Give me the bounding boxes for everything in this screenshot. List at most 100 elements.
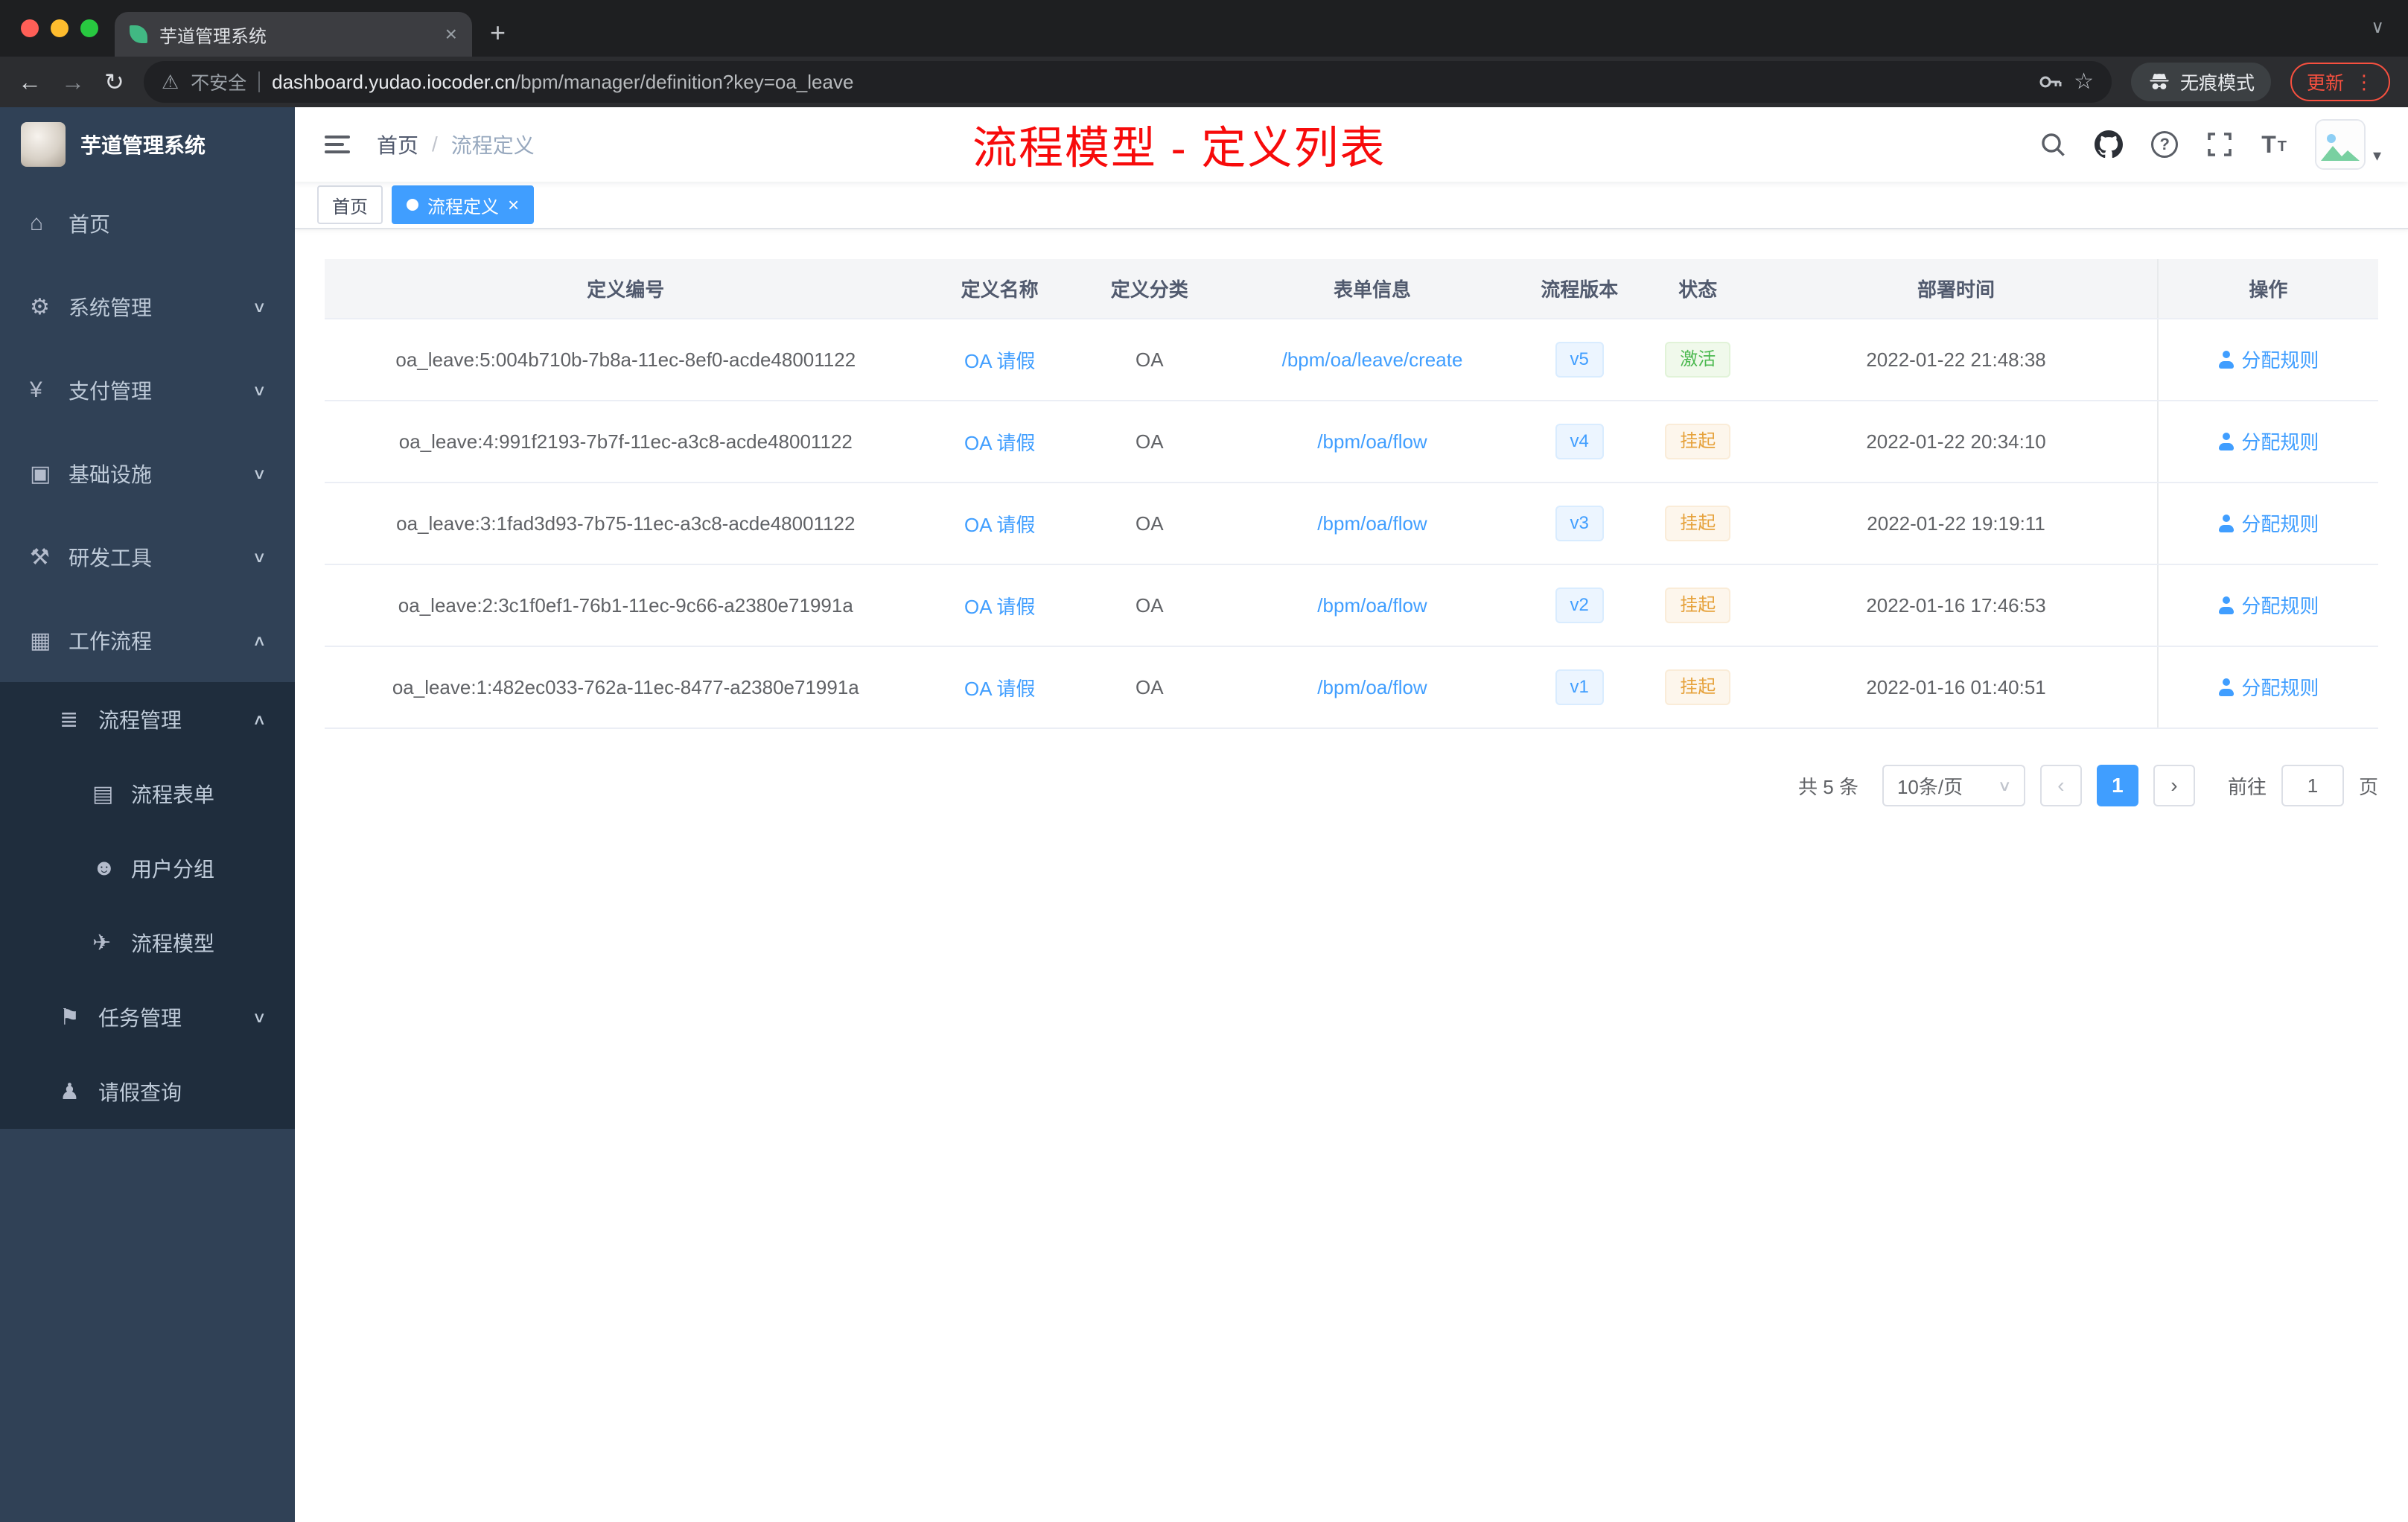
tag-home[interactable]: 首页 <box>317 185 383 224</box>
assign-rule-label: 分配规则 <box>2241 431 2319 454</box>
breadcrumb-home[interactable]: 首页 <box>377 130 418 159</box>
assign-rule-link[interactable]: 分配规则 <box>2217 346 2319 373</box>
pagination: 共 5 条 10条/页 ∨ ‹ 1 › 前往 页 <box>325 765 2378 806</box>
form-info-link[interactable]: /bpm/oa/flow <box>1317 512 1427 535</box>
sidebar-item-task-management[interactable]: ⚑ 任务管理 ∨ <box>0 980 295 1054</box>
help-icon[interactable]: ? <box>2151 131 2179 158</box>
cell-deploy-time: 2022-01-16 01:40:51 <box>1755 646 2158 729</box>
browser-titlebar: 芋道管理系统 × + ∨ <box>0 0 2408 57</box>
cell-deploy-time: 2022-01-22 19:19:11 <box>1755 483 2158 565</box>
annotation-title: 流程模型 - 定义列表 <box>972 123 1386 173</box>
assign-rule-link[interactable]: 分配规则 <box>2217 591 2319 619</box>
column-header-actions: 操作 <box>2156 259 2378 319</box>
sidebar-item-infrastructure[interactable]: ▣ 基础设施 ∨ <box>0 432 295 515</box>
cell-actions: 分配规则 <box>2156 483 2378 565</box>
cell-status: 挂起 <box>1640 483 1756 565</box>
next-page-button[interactable]: › <box>2153 765 2195 806</box>
tab-search-chevron-icon[interactable]: ∨ <box>2371 16 2384 38</box>
browser-tab[interactable]: 芋道管理系统 × <box>115 12 472 57</box>
form-info-link[interactable]: /bpm/oa/flow <box>1317 676 1427 698</box>
cell-form-info: /bpm/oa/leave/create <box>1226 319 1519 401</box>
reload-button[interactable]: ↻ <box>104 70 124 94</box>
form-info-link[interactable]: /bpm/oa/flow <box>1317 594 1427 617</box>
security-label[interactable]: 不安全 <box>191 69 246 95</box>
form-icon: ▤ <box>92 781 114 806</box>
tag-process-definition[interactable]: 流程定义 × <box>392 185 535 224</box>
sidebar-item-system-management[interactable]: ⚙ 系统管理 ∨ <box>0 265 295 348</box>
cell-definition-id: oa_leave:3:1fad3d93-7b75-11ec-a3c8-acde4… <box>325 483 927 565</box>
user-icon: ♟ <box>60 1079 80 1104</box>
definition-name-link[interactable]: OA 请假 <box>964 350 1035 372</box>
sidebar-nav: ⌂ 首页 ⚙ 系统管理 ∨ ¥ 支付管理 ∨ ▣ 基础设施 ∨ ⚒ 研发工具 ∨ ▦ 工作流程 ∧ ≣ 流程管理 ∧ ▤… <box>0 182 295 1129</box>
forward-button[interactable]: → <box>61 70 85 94</box>
assign-rule-link[interactable]: 分配规则 <box>2217 427 2319 455</box>
definition-name-link[interactable]: OA 请假 <box>964 432 1035 454</box>
search-icon[interactable] <box>2039 131 2066 158</box>
prev-page-button[interactable]: ‹ <box>2039 765 2082 806</box>
cell-process-version: v3 <box>1518 483 1641 565</box>
breadcrumb-current: 流程定义 <box>450 134 535 157</box>
tab-close-icon[interactable]: × <box>445 24 457 45</box>
assign-rule-link[interactable]: 分配规则 <box>2217 509 2319 537</box>
sidebar-item-label: 首页 <box>69 213 111 236</box>
window-zoom-button[interactable] <box>80 19 98 37</box>
cell-process-version: v4 <box>1518 401 1641 483</box>
fullscreen-icon[interactable] <box>2206 131 2233 158</box>
process-version-tag: v2 <box>1555 588 1604 623</box>
tag-close-icon[interactable]: × <box>508 195 519 214</box>
hamburger-icon[interactable] <box>322 130 353 159</box>
cell-definition-name: OA 请假 <box>926 483 1073 565</box>
sidebar-item-workflow[interactable]: ▦ 工作流程 ∧ <box>0 599 295 682</box>
assign-rule-label: 分配规则 <box>2241 513 2319 536</box>
window-close-button[interactable] <box>21 19 39 37</box>
sidebar-item-process-form[interactable]: ▤ 流程表单 <box>0 757 295 831</box>
address-bar[interactable]: ⚠ 不安全 dashboard.yudao.iocoder.cn/bpm/man… <box>143 61 2112 103</box>
cell-process-version: v5 <box>1518 319 1641 401</box>
browser-menu-kebab-icon[interactable]: ⋮ <box>2354 72 2374 92</box>
goto-page-input[interactable] <box>2281 765 2344 806</box>
tab-favicon-icon <box>130 25 147 43</box>
yuan-icon: ¥ <box>30 378 42 402</box>
definition-name-link[interactable]: OA 请假 <box>964 678 1035 700</box>
user-avatar[interactable]: ▾ <box>2314 119 2381 170</box>
sidebar-item-process-management[interactable]: ≣ 流程管理 ∧ <box>0 682 295 757</box>
sidebar-item-leave-query[interactable]: ♟ 请假查询 <box>0 1054 295 1129</box>
new-tab-button[interactable]: + <box>490 19 506 46</box>
sidebar-item-user-group[interactable]: ☻ 用户分组 <box>0 831 295 905</box>
incognito-label: 无痕模式 <box>2179 73 2255 94</box>
not-secure-warning-icon: ⚠ <box>161 71 179 93</box>
form-info-link[interactable]: /bpm/oa/leave/create <box>1282 348 1463 371</box>
definition-name-link[interactable]: OA 请假 <box>964 514 1035 536</box>
password-key-icon[interactable] <box>2038 70 2062 94</box>
gear-icon: ⚙ <box>30 294 50 319</box>
sidebar-item-label: 用户分组 <box>131 858 215 881</box>
back-button[interactable]: ← <box>18 70 42 94</box>
url-text: dashboard.yudao.iocoder.cn/bpm/manager/d… <box>272 71 2026 94</box>
page-size-value: 10条/页 <box>1896 775 1963 798</box>
definition-name-link[interactable]: OA 请假 <box>964 596 1035 618</box>
sidebar-item-dev-tools[interactable]: ⚒ 研发工具 ∨ <box>0 515 295 599</box>
cell-definition-id: oa_leave:1:482ec033-762a-11ec-8477-a2380… <box>325 646 927 729</box>
font-size-icon[interactable]: TT <box>2261 133 2287 156</box>
cell-deploy-time: 2022-01-16 17:46:53 <box>1755 564 2158 647</box>
process-version-tag: v3 <box>1555 506 1604 541</box>
font-size-small-letter: T <box>2277 138 2287 155</box>
window-minimize-button[interactable] <box>51 19 69 37</box>
app-logo[interactable]: 芋道管理系统 <box>0 107 295 182</box>
cell-process-version: v1 <box>1518 646 1641 729</box>
sidebar-item-payment-management[interactable]: ¥ 支付管理 ∨ <box>0 348 295 432</box>
cell-deploy-time: 2022-01-22 21:48:38 <box>1755 319 2158 401</box>
assign-rule-link[interactable]: 分配规则 <box>2217 673 2319 701</box>
form-info-link[interactable]: /bpm/oa/flow <box>1317 430 1427 453</box>
page-size-select[interactable]: 10条/页 ∨ <box>1882 765 2025 806</box>
cell-definition-category: OA <box>1072 483 1226 565</box>
page-1-button[interactable]: 1 <box>2096 765 2138 806</box>
sidebar-item-process-model[interactable]: ✈ 流程模型 <box>0 905 295 980</box>
app: 芋道管理系统 ⌂ 首页 ⚙ 系统管理 ∨ ¥ 支付管理 ∨ ▣ 基础设施 ∨ ⚒ 研发工具 ∨ ▦ 工作流程 ∧… <box>0 107 2408 1522</box>
sidebar-item-home[interactable]: ⌂ 首页 <box>0 182 295 265</box>
flag-icon: ⚑ <box>60 1004 80 1030</box>
cell-actions: 分配规则 <box>2156 401 2378 483</box>
update-button[interactable]: 更新 ⋮ <box>2290 63 2390 101</box>
github-icon[interactable] <box>2095 130 2124 159</box>
bookmark-star-icon[interactable]: ☆ <box>2074 71 2094 93</box>
